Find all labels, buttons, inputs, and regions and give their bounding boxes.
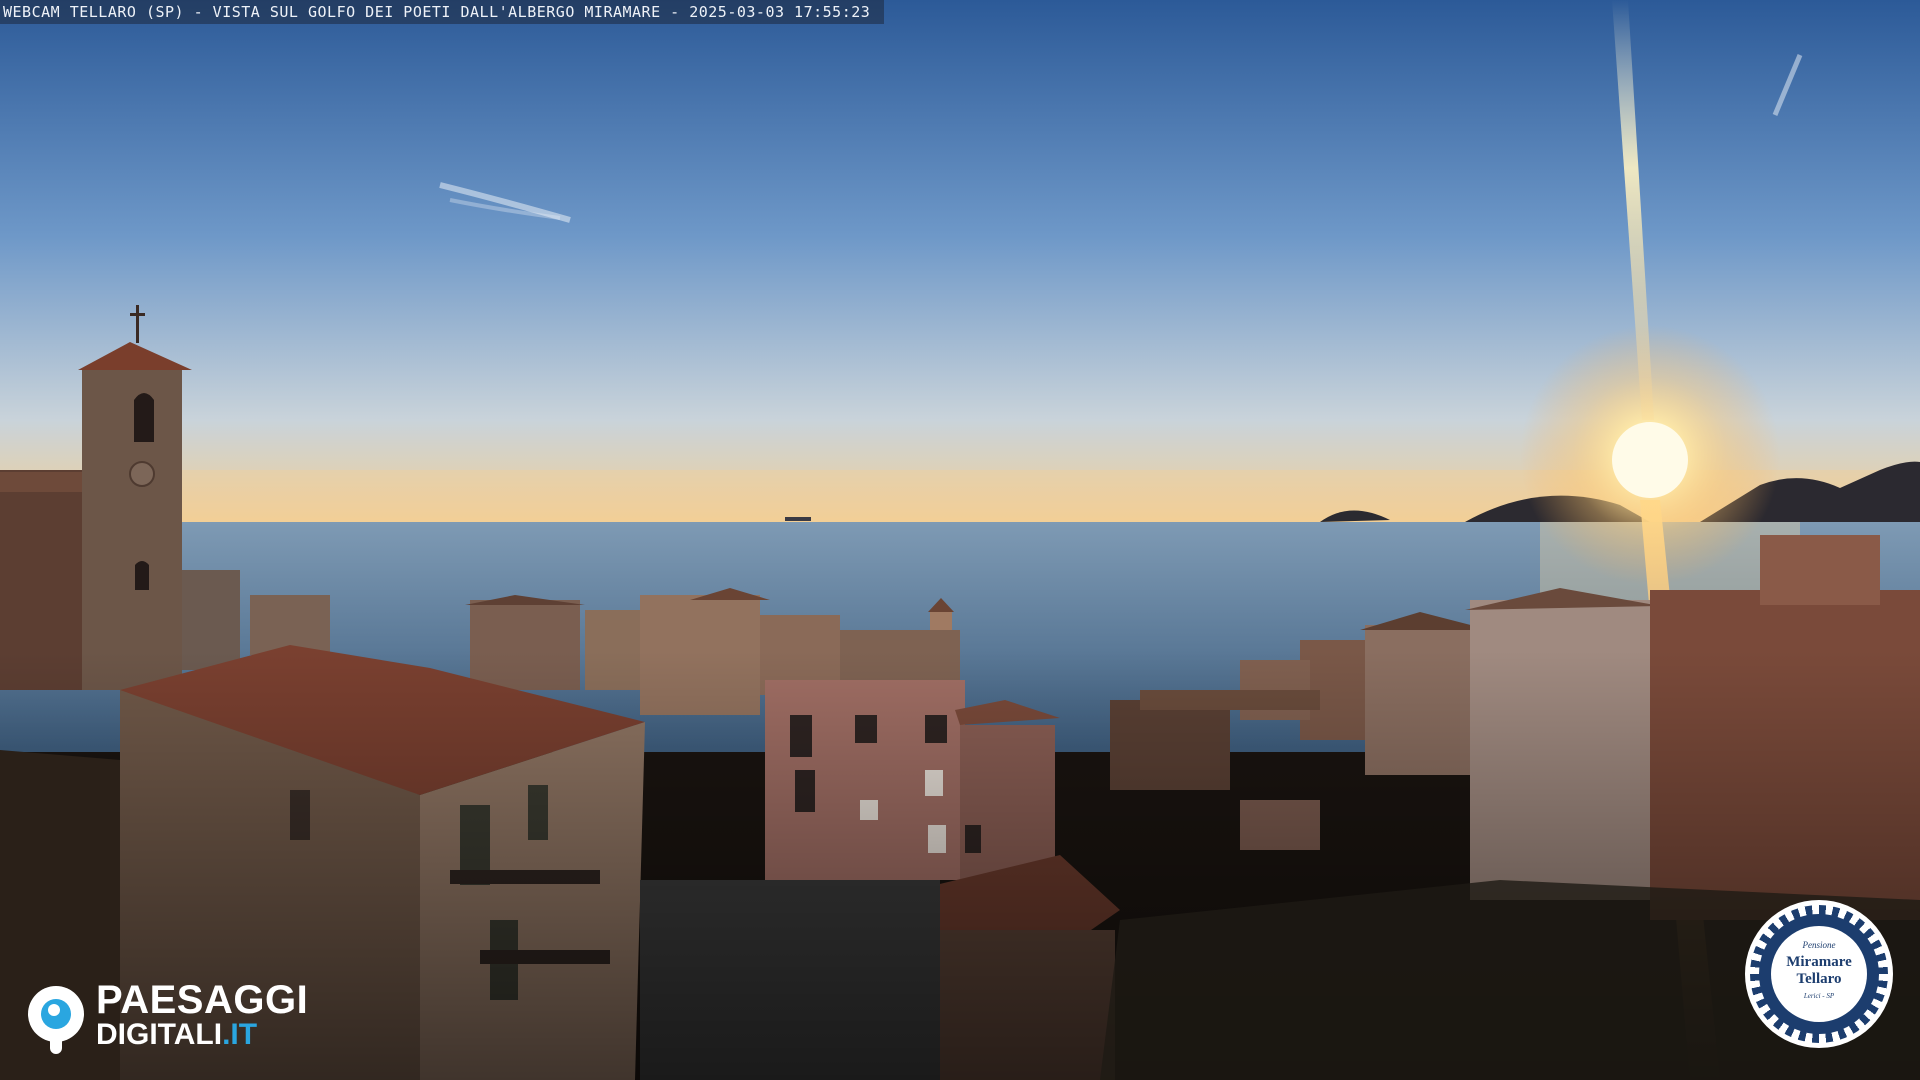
logo-line2-main: DIGITALI [96,1018,223,1051]
badge-name1: Miramare [1786,954,1852,970]
webcam-scene [0,0,1920,1080]
ship [785,517,811,521]
logo-line2: DIGITALI.IT [96,1018,257,1052]
sun-core [1612,422,1688,498]
badge-core: Pensione Miramare Tellaro Lerici - SP [1771,926,1867,1022]
badge-name2: Tellaro [1796,971,1842,987]
logo-line1: PAESAGGI [96,978,309,1022]
badge-bottom-text: Lerici - SP [1803,992,1835,1000]
badge-top-text: Pensione [1802,940,1836,950]
webcam-caption: WEBCAM TELLARO (SP) - VISTA SUL GOLFO DE… [0,0,885,24]
miramare-tellaro-badge: Pensione Miramare Tellaro Lerici - SP [1745,900,1893,1048]
paesaggi-digitali-logo: PAESAGGI DIGITALI.IT [28,978,348,1056]
eye-pin-icon [28,986,84,1054]
logo-line2-tld: .IT [222,1018,258,1051]
